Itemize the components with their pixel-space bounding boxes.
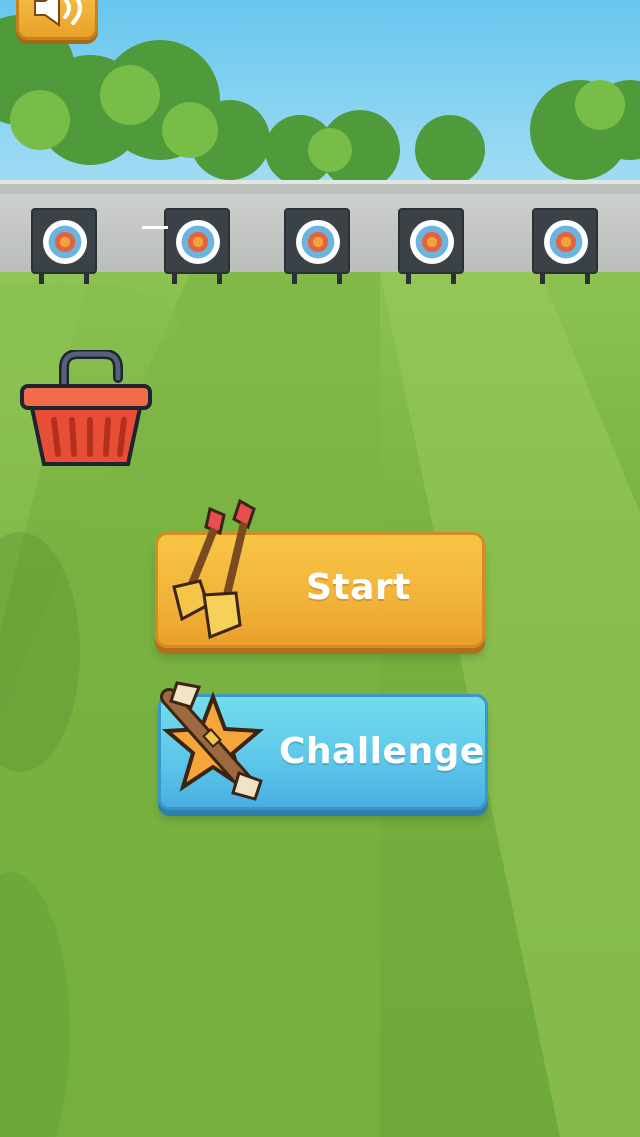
archery-target <box>284 208 350 284</box>
speaker-icon <box>34 0 82 27</box>
archery-target <box>164 208 230 284</box>
archery-target <box>398 208 464 284</box>
shop-button[interactable] <box>20 349 152 470</box>
basket-icon <box>20 349 152 466</box>
arrows-icon <box>172 499 256 640</box>
archery-target <box>532 208 598 284</box>
archery-target <box>31 208 97 284</box>
challenge-button[interactable]: Challenge <box>158 681 488 810</box>
stuck-arrow <box>142 226 168 229</box>
crossbow-star-icon <box>160 681 265 801</box>
start-label: Start <box>306 567 411 608</box>
challenge-label: Challenge <box>279 731 485 772</box>
sound-toggle-button[interactable] <box>16 0 98 40</box>
start-button[interactable]: Start <box>155 499 485 648</box>
